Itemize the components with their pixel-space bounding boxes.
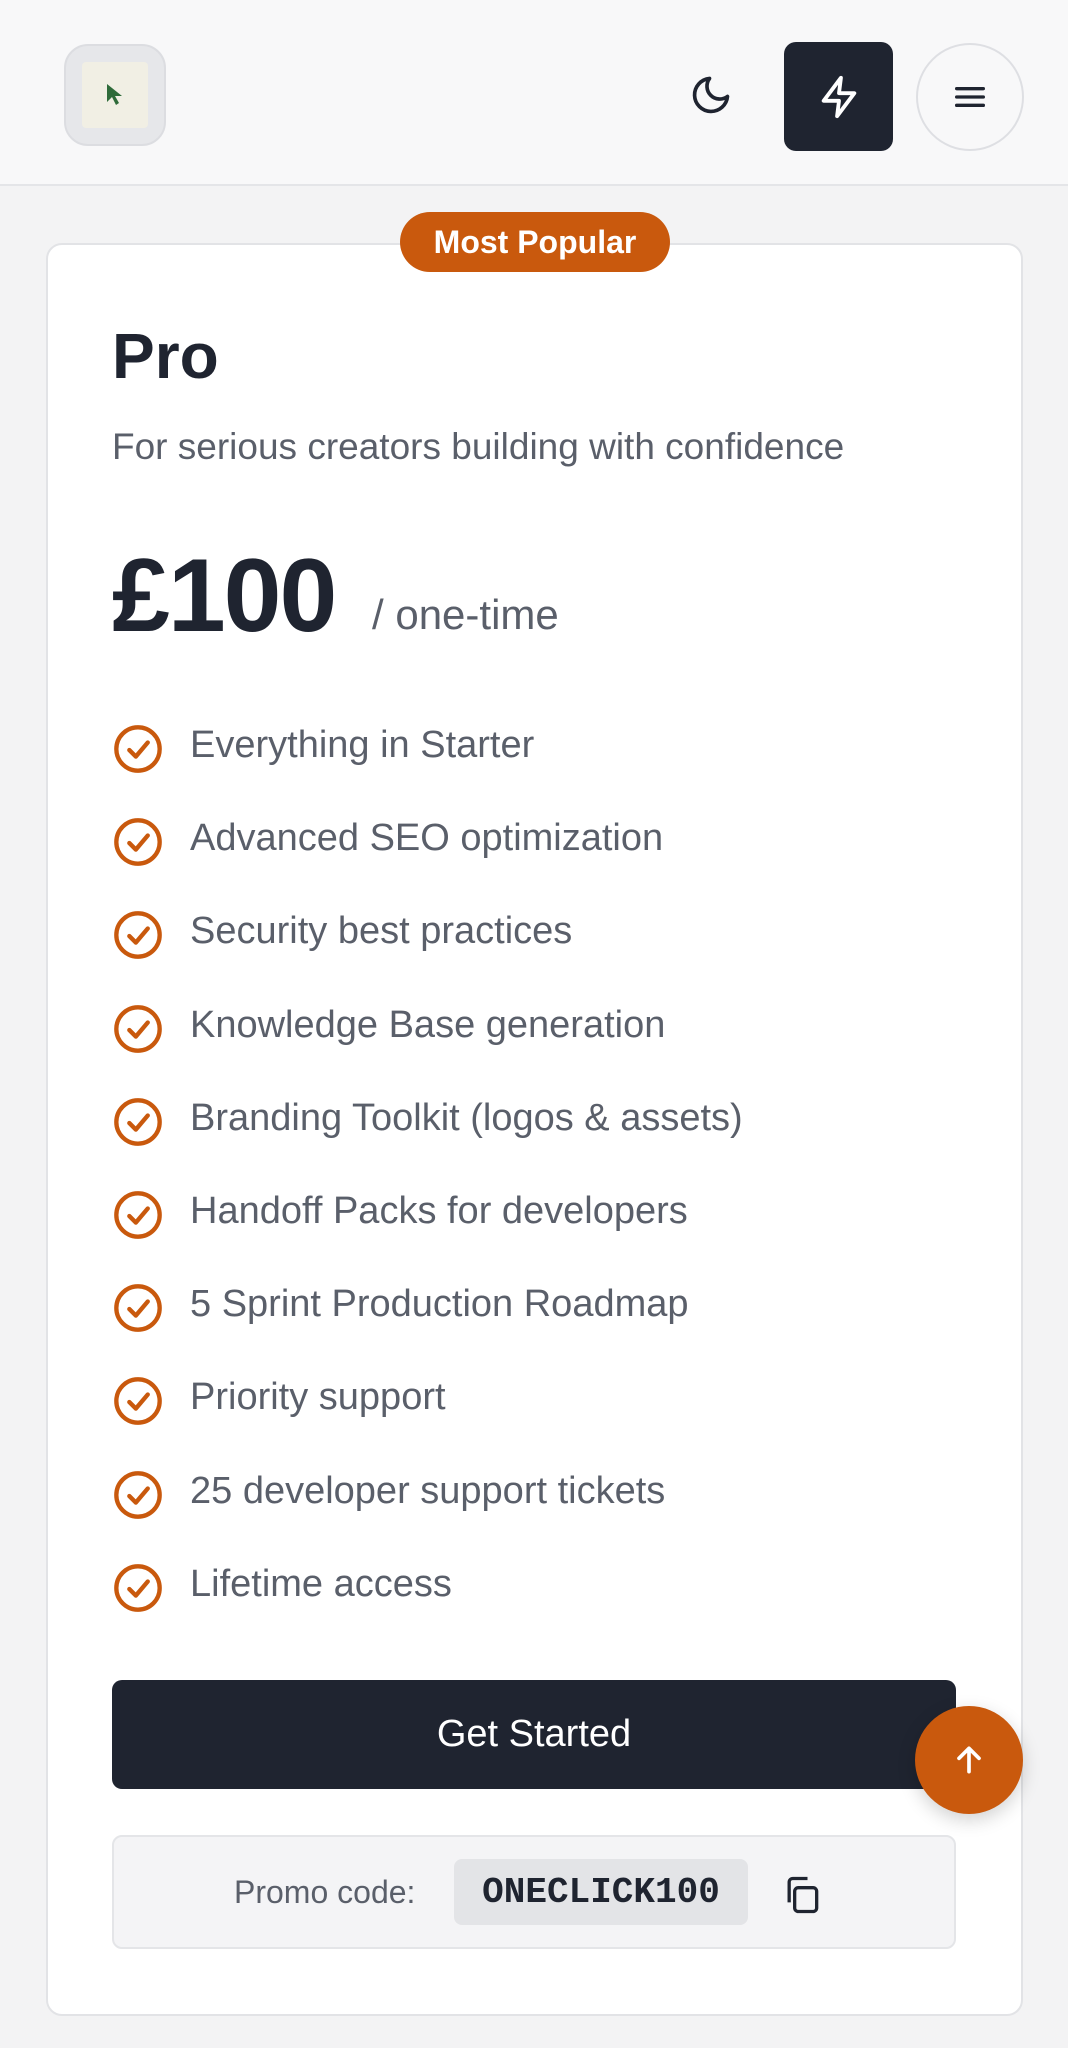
copy-promo-button[interactable] xyxy=(778,1871,826,1919)
check-circle-icon xyxy=(114,1470,162,1519)
scroll-to-top-button[interactable] xyxy=(915,1706,1023,1814)
copy-icon xyxy=(787,1876,819,1914)
check-circle-icon xyxy=(114,1004,162,1053)
feature-item: Lifetime access xyxy=(112,1555,952,1648)
logo-image xyxy=(82,62,148,128)
arrow-up-icon xyxy=(957,1746,981,1774)
moon-icon xyxy=(692,76,730,114)
feature-item: Priority support xyxy=(112,1368,952,1461)
feature-text: Everything in Starter xyxy=(190,724,535,766)
feature-item: 25 developer support tickets xyxy=(112,1462,952,1555)
plan-title: Pro xyxy=(112,320,219,392)
quick-action-button[interactable] xyxy=(784,42,893,151)
check-circle-icon xyxy=(114,1191,162,1239)
check-circle-icon xyxy=(114,1377,162,1426)
feature-text: Branding Toolkit (logos & assets) xyxy=(190,1096,743,1139)
feature-item: Branding Toolkit (logos & assets) xyxy=(112,1089,952,1182)
feature-item: Advanced SEO optimization xyxy=(112,809,952,902)
price-period: / one-time xyxy=(372,591,559,638)
menu-icon xyxy=(955,87,985,108)
feature-item: Security best practices xyxy=(112,902,952,995)
top-header xyxy=(0,0,1068,186)
feature-text: Priority support xyxy=(190,1376,446,1419)
check-circle-icon xyxy=(114,1284,162,1332)
feature-list: Everything in Starter Advanced SEO optim… xyxy=(112,716,952,1648)
plan-description: For serious creators building with confi… xyxy=(112,426,845,467)
feature-item: Knowledge Base generation xyxy=(112,996,952,1089)
check-circle-icon xyxy=(114,725,162,773)
menu-button[interactable] xyxy=(916,43,1024,151)
logo-button[interactable] xyxy=(64,44,166,146)
feature-text: Lifetime access xyxy=(190,1562,452,1605)
get-started-button[interactable]: Get Started xyxy=(112,1680,956,1789)
feature-item: Everything in Starter xyxy=(112,716,952,809)
feature-text: Handoff Packs for developers xyxy=(190,1189,688,1232)
feature-text: Advanced SEO optimization xyxy=(190,817,664,860)
check-circle-icon xyxy=(114,1097,162,1146)
feature-text: Knowledge Base generation xyxy=(190,1003,666,1046)
check-circle-icon xyxy=(114,818,162,867)
feature-text: Security best practices xyxy=(190,910,573,953)
promo-code-box: Promo code: ONECLICK100 xyxy=(112,1835,956,1949)
most-popular-badge: Most Popular xyxy=(400,212,670,272)
bolt-icon xyxy=(821,75,856,118)
check-circle-icon xyxy=(114,1563,162,1612)
promo-code-value[interactable]: ONECLICK100 xyxy=(454,1859,748,1925)
promo-label: Promo code: xyxy=(234,1874,416,1910)
feature-item: Handoff Packs for developers xyxy=(112,1182,952,1275)
feature-item: 5 Sprint Production Roadmap xyxy=(112,1275,952,1368)
plan-price: £100 xyxy=(112,538,337,654)
feature-text: 25 developer support tickets xyxy=(190,1469,666,1512)
check-circle-icon xyxy=(114,911,162,960)
theme-toggle-button[interactable] xyxy=(672,56,750,134)
feature-text: 5 Sprint Production Roadmap xyxy=(190,1283,689,1326)
cursor-logo-icon xyxy=(107,84,122,105)
